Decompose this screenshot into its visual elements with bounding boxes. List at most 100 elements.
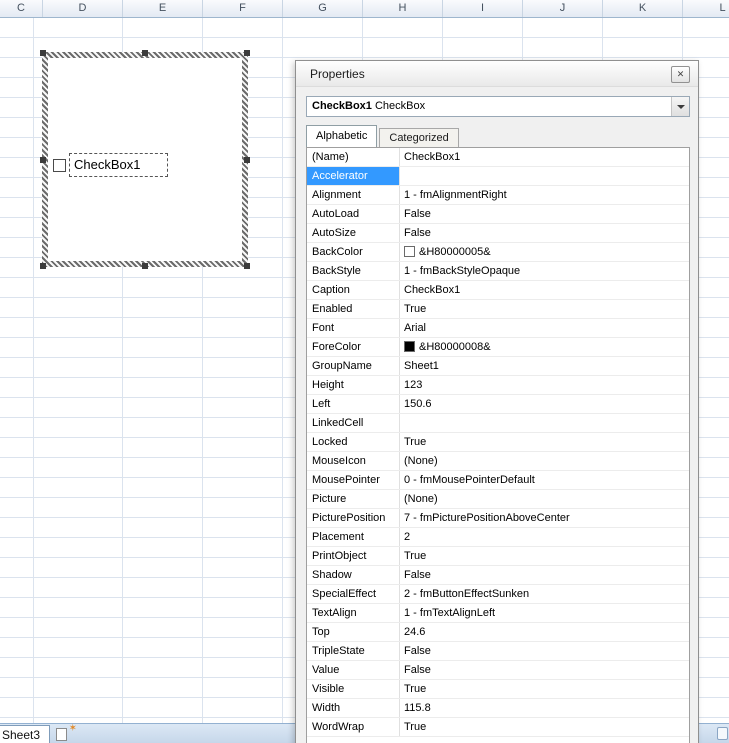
column-header-h[interactable]: H	[363, 0, 443, 17]
property-name[interactable]: BackStyle	[307, 262, 400, 280]
column-header-j[interactable]: J	[523, 0, 603, 17]
resize-handle-top-left[interactable]	[40, 50, 46, 56]
property-name[interactable]: PrintObject	[307, 547, 400, 565]
property-name[interactable]: Left	[307, 395, 400, 413]
properties-window-titlebar[interactable]: Properties ✕	[296, 61, 698, 87]
property-name[interactable]: Caption	[307, 281, 400, 299]
property-value[interactable]: 1 - fmBackStyleOpaque	[400, 262, 689, 280]
property-value[interactable]: CheckBox1	[400, 281, 689, 299]
column-header-i[interactable]: I	[443, 0, 523, 17]
column-header-c[interactable]: C	[0, 0, 43, 17]
property-value[interactable]: 115.8	[400, 699, 689, 717]
property-value[interactable]: 24.6	[400, 623, 689, 641]
checkbox-control[interactable]: CheckBox1	[48, 58, 242, 261]
property-value[interactable]: True	[400, 547, 689, 565]
tab-alphabetic[interactable]: Alphabetic	[306, 125, 378, 147]
property-value[interactable]: Arial	[400, 319, 689, 337]
resize-handle-bottom-left[interactable]	[40, 263, 46, 269]
property-name[interactable]: LinkedCell	[307, 414, 400, 432]
property-name[interactable]: TripleState	[307, 642, 400, 660]
property-name[interactable]: SpecialEffect	[307, 585, 400, 603]
property-name[interactable]: TextAlign	[307, 604, 400, 622]
property-value[interactable]	[400, 414, 689, 432]
property-name[interactable]: MousePointer	[307, 471, 400, 489]
property-value[interactable]: CheckBox1	[400, 148, 689, 166]
property-value[interactable]: True	[400, 718, 689, 736]
property-name[interactable]: MouseIcon	[307, 452, 400, 470]
resize-handle-top-middle[interactable]	[142, 50, 148, 56]
color-swatch-icon	[404, 341, 415, 352]
column-header-e[interactable]: E	[123, 0, 203, 17]
dropdown-arrow-icon[interactable]	[671, 97, 689, 116]
resize-handle-bottom-right[interactable]	[244, 263, 250, 269]
property-value[interactable]: Sheet1	[400, 357, 689, 375]
property-value[interactable]: False	[400, 224, 689, 242]
property-value[interactable]: 123	[400, 376, 689, 394]
property-name[interactable]: AutoLoad	[307, 205, 400, 223]
property-name[interactable]: GroupName	[307, 357, 400, 375]
property-row-forecolor: ForeColor &H80000008&	[307, 338, 689, 357]
object-selector-combobox[interactable]: CheckBox1 CheckBox	[306, 96, 690, 117]
property-name[interactable]: Font	[307, 319, 400, 337]
properties-window-title: Properties	[310, 67, 365, 81]
property-name[interactable]: Value	[307, 661, 400, 679]
property-value[interactable]: 2 - fmButtonEffectSunken	[400, 585, 689, 603]
column-header-l[interactable]: L	[683, 0, 729, 17]
property-value[interactable]: 2	[400, 528, 689, 546]
column-header-g[interactable]: G	[283, 0, 363, 17]
property-name[interactable]: Placement	[307, 528, 400, 546]
property-name[interactable]: Width	[307, 699, 400, 717]
property-name[interactable]: Locked	[307, 433, 400, 451]
property-row-locked: Locked True	[307, 433, 689, 452]
property-value[interactable]: &H80000008&	[400, 338, 689, 356]
close-icon: ✕	[676, 69, 685, 79]
property-row-placement: Placement 2	[307, 528, 689, 547]
resize-handle-middle-right[interactable]	[244, 156, 250, 163]
property-value[interactable]: 7 - fmPicturePositionAboveCenter	[400, 509, 689, 527]
property-value[interactable]: False	[400, 205, 689, 223]
property-value[interactable]: &H80000005&	[400, 243, 689, 261]
resize-handle-middle-left[interactable]	[40, 156, 46, 163]
property-value[interactable]: 1 - fmTextAlignLeft	[400, 604, 689, 622]
property-row-backcolor: BackColor &H80000005&	[307, 243, 689, 262]
column-header-d[interactable]: D	[43, 0, 123, 17]
property-value[interactable]: (None)	[400, 490, 689, 508]
property-name[interactable]: ForeColor	[307, 338, 400, 356]
column-header-k[interactable]: K	[603, 0, 683, 17]
checkbox-control-selection-frame[interactable]: CheckBox1	[40, 50, 250, 269]
property-value[interactable]	[400, 167, 689, 185]
resize-handle-top-right[interactable]	[244, 50, 250, 56]
property-name[interactable]: WordWrap	[307, 718, 400, 736]
property-name[interactable]: Alignment	[307, 186, 400, 204]
insert-worksheet-button[interactable]: ✶	[54, 723, 78, 743]
column-headers: CDEFGHIJKL	[0, 0, 729, 18]
tab-categorized[interactable]: Categorized	[379, 128, 459, 147]
property-name[interactable]: Visible	[307, 680, 400, 698]
property-value[interactable]: 0 - fmMousePointerDefault	[400, 471, 689, 489]
property-name[interactable]: Accelerator	[307, 167, 400, 185]
property-name[interactable]: Picture	[307, 490, 400, 508]
property-name[interactable]: (Name)	[307, 148, 400, 166]
property-name[interactable]: Height	[307, 376, 400, 394]
property-name[interactable]: AutoSize	[307, 224, 400, 242]
close-button[interactable]: ✕	[671, 66, 690, 83]
column-header-f[interactable]: F	[203, 0, 283, 17]
resize-handle-bottom-middle[interactable]	[142, 263, 148, 269]
property-value[interactable]: True	[400, 680, 689, 698]
property-name[interactable]: Enabled	[307, 300, 400, 318]
property-value[interactable]: (None)	[400, 452, 689, 470]
property-value[interactable]: False	[400, 661, 689, 679]
scrollbar-fragment[interactable]	[717, 727, 728, 740]
property-name[interactable]: BackColor	[307, 243, 400, 261]
property-row-accelerator: Accelerator	[307, 167, 689, 186]
property-name[interactable]: Shadow	[307, 566, 400, 584]
property-value[interactable]: False	[400, 642, 689, 660]
property-name[interactable]: PicturePosition	[307, 509, 400, 527]
property-value[interactable]: 1 - fmAlignmentRight	[400, 186, 689, 204]
property-name[interactable]: Top	[307, 623, 400, 641]
property-value[interactable]: True	[400, 433, 689, 451]
sheet-tab-sheet3[interactable]: Sheet3	[0, 725, 50, 743]
property-value[interactable]: 150.6	[400, 395, 689, 413]
property-value[interactable]: True	[400, 300, 689, 318]
property-value[interactable]: False	[400, 566, 689, 584]
